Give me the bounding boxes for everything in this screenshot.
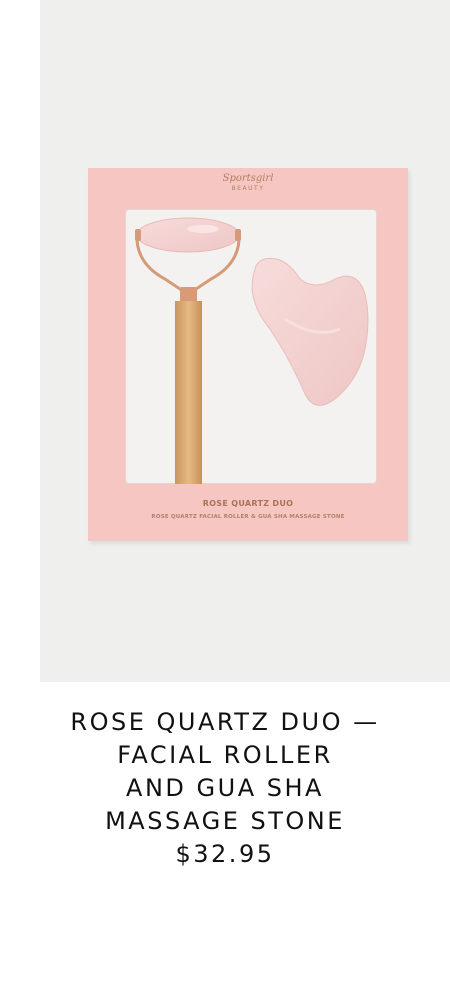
product-image[interactable]: Sportsgirl BEAUTY ROSE QUARTZ DUO ROSE Q…: [40, 0, 450, 682]
product-title-line-3[interactable]: AND GUA SHA: [0, 772, 450, 805]
product-caption[interactable]: ROSE QUARTZ DUO — FACIAL ROLLER AND GUA …: [0, 706, 450, 871]
roller-and-gua-sha: [135, 217, 369, 484]
facial-roller: [135, 217, 241, 484]
box-subtitle: ROSE QUARTZ FACIAL ROLLER & GUA SHA MASS…: [151, 514, 345, 520]
box-title: ROSE QUARTZ DUO: [202, 499, 294, 508]
brand-logo: Sportsgirl BEAUTY: [88, 173, 408, 193]
product-box: Sportsgirl BEAUTY ROSE QUARTZ DUO ROSE Q…: [88, 168, 408, 541]
brand-sub: BEAUTY: [231, 185, 265, 192]
product-price: $32.95: [175, 840, 275, 868]
product-title-line-4[interactable]: MASSAGE STONE: [0, 805, 450, 838]
brand-script: Sportsgirl: [222, 173, 274, 184]
product-title-line-2[interactable]: FACIAL ROLLER: [0, 739, 450, 772]
product-title-line-1[interactable]: ROSE QUARTZ DUO —: [0, 706, 450, 739]
